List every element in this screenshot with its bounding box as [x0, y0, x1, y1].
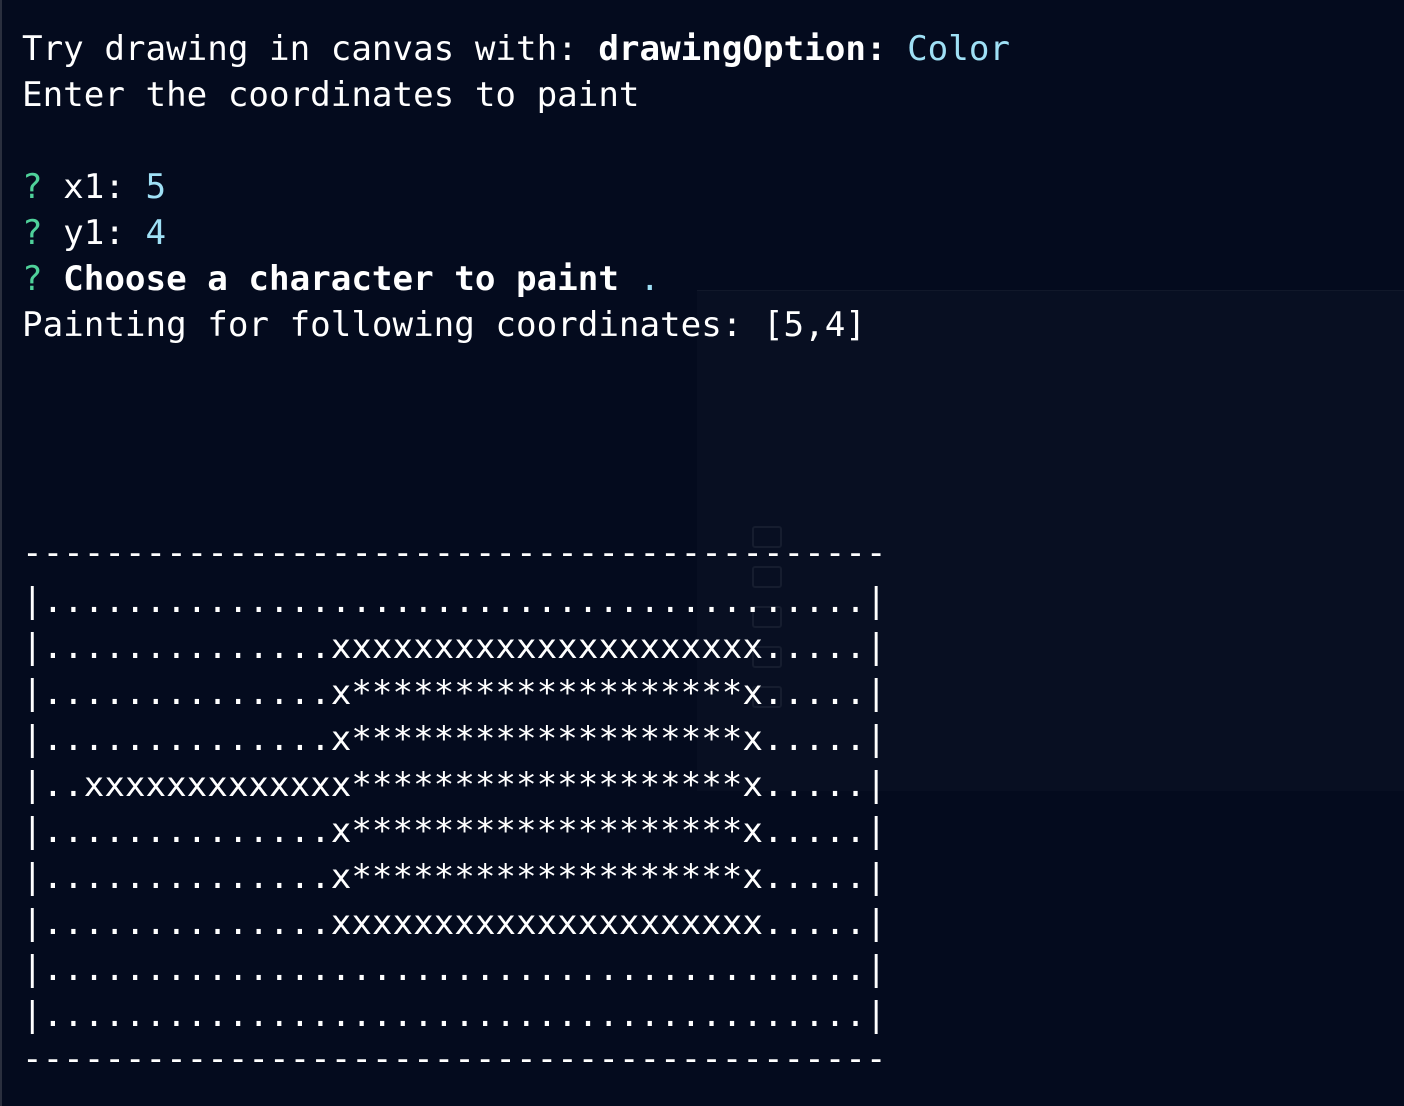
prompt-x1[interactable]: ? x1: 5 [22, 164, 166, 210]
prompt-character[interactable]: ? Choose a character to paint . [22, 256, 660, 302]
prompt-marker: ? [22, 259, 43, 299]
prompt-answer: . [639, 259, 661, 299]
prompt-answer: 5 [145, 167, 167, 207]
prompt-marker: ? [22, 167, 43, 207]
canvas-row: |..............xxxxxxxxxxxxxxxxxxxxx....… [22, 903, 887, 943]
drawing-option-value: Color [886, 29, 1010, 69]
canvas-row: |..............x*******************x....… [22, 811, 887, 851]
canvas-row: |.......................................… [22, 949, 887, 989]
prompt-answer: 4 [145, 213, 167, 253]
canvas-row: |.......................................… [22, 581, 887, 621]
prompt-marker: ? [22, 213, 43, 253]
terminal-window[interactable]: Try drawing in canvas with: drawingOptio… [0, 0, 1404, 1106]
canvas-row: |..............x*******************x....… [22, 857, 887, 897]
prompt-label: y1: [42, 213, 146, 253]
drawing-option-key: drawingOption: [598, 29, 887, 69]
prompt-label: x1: [42, 167, 146, 207]
prompt-label: Choose a character to paint [42, 259, 640, 299]
canvas-row: |..............x*******************x....… [22, 673, 887, 713]
canvas-row: |..............xxxxxxxxxxxxxxxxxxxxx....… [22, 627, 887, 667]
canvas-row: |.......................................… [22, 995, 887, 1035]
canvas-row: |..xxxxxxxxxxxxx*******************x....… [22, 765, 887, 805]
canvas-border-top: ----------------------------------------… [22, 533, 887, 573]
prompt-y1[interactable]: ? y1: 4 [22, 210, 166, 256]
instruction-line: Enter the coordinates to paint [22, 75, 640, 115]
header-prefix: Try drawing in canvas with: [22, 29, 599, 69]
canvas-row: |..............x*******************x....… [22, 719, 887, 759]
painting-result-line: Painting for following coordinates: [5,4… [22, 305, 866, 345]
header-line: Try drawing in canvas with: drawingOptio… [22, 26, 1010, 72]
canvas-border-bottom: ----------------------------------------… [22, 1039, 887, 1079]
